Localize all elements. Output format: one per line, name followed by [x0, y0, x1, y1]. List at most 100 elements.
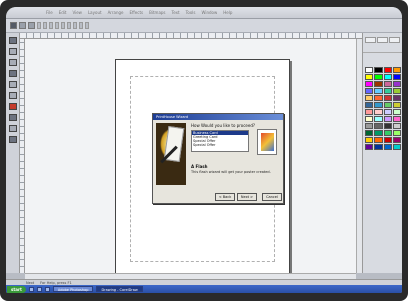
freehand-tool-icon[interactable] [8, 70, 17, 77]
color-swatch[interactable] [392, 130, 401, 136]
color-swatch[interactable] [383, 81, 392, 87]
menu-item[interactable]: Window [201, 10, 217, 15]
color-swatch[interactable] [374, 74, 383, 80]
shape-tool-icon[interactable] [8, 48, 17, 55]
text-tool-icon[interactable] [8, 114, 17, 121]
cut-icon[interactable] [43, 22, 47, 29]
undo-icon[interactable] [61, 22, 65, 29]
menu-item[interactable]: Layout [88, 10, 102, 15]
color-swatch[interactable] [383, 137, 392, 143]
docker-tab[interactable] [389, 37, 400, 43]
wizard-illustration [156, 123, 186, 185]
color-swatch[interactable] [365, 144, 374, 150]
color-swatch[interactable] [374, 95, 383, 101]
redo-icon[interactable] [67, 22, 71, 29]
color-swatch[interactable] [392, 116, 401, 122]
save-icon[interactable] [28, 22, 35, 29]
docker-tab[interactable] [377, 37, 388, 43]
color-swatch[interactable] [392, 137, 401, 143]
color-swatch[interactable] [374, 137, 383, 143]
color-swatch[interactable] [392, 74, 401, 80]
desktop-icon[interactable] [36, 286, 42, 292]
template-option[interactable]: Special Offer [192, 143, 248, 147]
start-button[interactable]: start [7, 285, 26, 293]
color-swatch[interactable] [383, 74, 392, 80]
template-list[interactable]: Business Card Greeting Card Special Offe… [191, 130, 249, 152]
color-swatch[interactable] [374, 81, 383, 87]
taskbar-item[interactable]: Adobe Photoshop [52, 286, 94, 292]
color-swatch[interactable] [383, 109, 392, 115]
color-swatch[interactable] [365, 137, 374, 143]
open-icon[interactable] [19, 22, 26, 29]
color-swatch[interactable] [392, 109, 401, 115]
color-swatch[interactable] [374, 88, 383, 94]
outline-tool-icon[interactable] [8, 136, 17, 143]
color-swatch[interactable] [383, 102, 392, 108]
import-icon[interactable] [73, 22, 77, 29]
color-swatch[interactable] [392, 144, 401, 150]
next-button[interactable]: Next > [237, 193, 257, 201]
color-swatch[interactable] [365, 74, 374, 80]
color-swatch[interactable] [383, 123, 392, 129]
color-swatch[interactable] [365, 67, 374, 73]
color-swatch[interactable] [374, 109, 383, 115]
color-swatch[interactable] [383, 88, 392, 94]
menu-item[interactable]: Effects [130, 10, 144, 15]
copy-icon[interactable] [49, 22, 53, 29]
color-swatch[interactable] [383, 144, 392, 150]
menu-item[interactable]: Arrange [108, 10, 124, 15]
color-swatch[interactable] [365, 95, 374, 101]
color-swatch[interactable] [383, 67, 392, 73]
color-swatch[interactable] [392, 102, 401, 108]
color-swatch[interactable] [374, 102, 383, 108]
status-left: Next [26, 280, 35, 285]
description-text: This flash wizard will get your poster c… [191, 170, 271, 174]
color-swatch[interactable] [365, 88, 374, 94]
screen: File Edit View Layout Arrange Effects Bitmaps T… [6, 7, 402, 293]
zoom-level-icon[interactable] [85, 22, 89, 29]
color-swatch[interactable] [383, 116, 392, 122]
color-swatch[interactable] [365, 123, 374, 129]
cancel-button[interactable]: Cancel [262, 193, 282, 201]
docker-tab[interactable] [365, 37, 376, 43]
color-swatch[interactable] [392, 67, 401, 73]
color-swatch[interactable] [374, 130, 383, 136]
taskbar: start Adobe Photoshop Drawing - CorelDra… [6, 285, 402, 293]
color-swatch[interactable] [365, 116, 374, 122]
color-swatch[interactable] [392, 81, 401, 87]
taskbar-item-active[interactable]: Drawing - CorelDraw [96, 286, 143, 292]
color-swatch[interactable] [383, 95, 392, 101]
print-icon[interactable] [37, 22, 41, 29]
new-document-icon[interactable] [10, 22, 17, 29]
color-swatch[interactable] [365, 102, 374, 108]
menu-item[interactable]: Edit [59, 10, 67, 15]
polygon-tool-icon[interactable] [8, 103, 17, 110]
zoom-tool-icon[interactable] [8, 59, 17, 66]
color-swatch[interactable] [365, 130, 374, 136]
menu-item[interactable]: Tools [186, 10, 196, 15]
color-swatch[interactable] [392, 88, 401, 94]
menu-item[interactable]: Help [223, 10, 232, 15]
back-button[interactable]: < Back [215, 193, 235, 201]
color-swatch[interactable] [392, 95, 401, 101]
color-swatch[interactable] [374, 116, 383, 122]
menu-item[interactable]: Text [172, 10, 180, 15]
menu-item[interactable]: File [46, 10, 53, 15]
color-swatch[interactable] [374, 144, 383, 150]
rectangle-tool-icon[interactable] [8, 81, 17, 88]
ellipse-tool-icon[interactable] [8, 92, 17, 99]
color-swatch[interactable] [374, 67, 383, 73]
color-swatch[interactable] [365, 81, 374, 87]
menu-item[interactable]: Bitmaps [149, 10, 165, 15]
fill-tool-icon[interactable] [8, 125, 17, 132]
color-swatch[interactable] [374, 123, 383, 129]
ie-icon[interactable] [28, 286, 34, 292]
export-icon[interactable] [79, 22, 83, 29]
paste-icon[interactable] [55, 22, 59, 29]
menu-item[interactable]: View [72, 10, 82, 15]
color-swatch[interactable] [383, 130, 392, 136]
pick-tool-icon[interactable] [8, 37, 17, 44]
color-swatch[interactable] [392, 123, 401, 129]
media-icon[interactable] [44, 286, 50, 292]
color-swatch[interactable] [365, 109, 374, 115]
